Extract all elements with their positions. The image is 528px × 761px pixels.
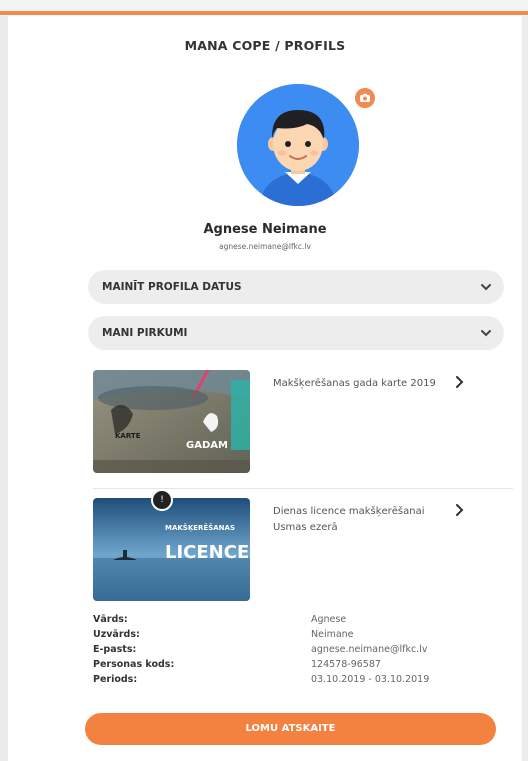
top-accent-bar	[0, 11, 528, 15]
details-table: Vārds: Agnese Uzvārds: Neimane E-pasts: …	[93, 614, 513, 689]
card-image-text: KARTE	[115, 432, 141, 440]
detail-row: Periods: 03.10.2019 - 03.10.2019	[93, 674, 513, 689]
detail-value: Agnese	[311, 614, 347, 625]
catch-report-button[interactable]: LOMU ATSKAITE	[85, 713, 496, 745]
detail-row: E-pasts: agnese.neimane@lfkc.lv	[93, 644, 513, 659]
edit-photo-badge[interactable]	[353, 86, 377, 110]
detail-row: Personas kods: 124578-96587	[93, 659, 513, 674]
purchase-item-day-licence[interactable]: MAKŠĶERĒŠANAS LICENCE Dienas licence mak…	[93, 498, 513, 601]
divider	[93, 488, 513, 489]
detail-value: 03.10.2019 - 03.10.2019	[311, 674, 430, 685]
licence-image-text: LICENCE	[165, 542, 249, 563]
detail-row: Uzvārds: Neimane	[93, 629, 513, 644]
edit-profile-accordion[interactable]: MAINĪT PROFILA DATUS	[88, 270, 504, 304]
chevron-down-icon	[481, 284, 491, 291]
alert-badge: !	[151, 489, 173, 511]
detail-label: Vārds:	[93, 614, 128, 625]
detail-value: agnese.neimane@lfkc.lv	[311, 644, 428, 655]
detail-label: E-pasts:	[93, 644, 137, 655]
detail-value: Neimane	[311, 629, 354, 640]
purchase-title: Dienas licence makšķerēšanai Usmas ezerā	[273, 506, 425, 533]
profile-email: agnese.neimane@lfkc.lv	[219, 242, 311, 251]
avatar[interactable]	[237, 84, 359, 206]
accordion-label: MANI PIRKUMI	[102, 327, 188, 339]
detail-label: Uzvārds:	[93, 629, 140, 640]
card-image-text: GADAM	[186, 440, 228, 451]
boy-avatar-icon	[237, 84, 359, 206]
detail-row: Vārds: Agnese	[93, 614, 513, 629]
chevron-down-icon	[481, 330, 491, 337]
profile-name: Agnese Neimane	[203, 222, 327, 237]
purchase-title: Makšķerēšanas gada karte 2019	[273, 378, 436, 389]
detail-label: Periods:	[93, 674, 138, 685]
camera-icon	[360, 93, 370, 102]
purchase-item-annual-card[interactable]: KARTE GADAM Makšķerēšanas gada karte 201…	[93, 370, 513, 480]
day-licence-image: MAKŠĶERĒŠANAS LICENCE	[93, 498, 250, 601]
chevron-right-icon[interactable]	[453, 374, 467, 390]
detail-label: Personas kods:	[93, 659, 175, 670]
chevron-right-icon[interactable]	[453, 502, 467, 518]
page-title: MANA COPE / PROFILS	[184, 38, 346, 53]
detail-value: 124578-96587	[311, 659, 381, 670]
licence-image-text: MAKŠĶERĒŠANAS	[165, 523, 235, 532]
my-purchases-accordion[interactable]: MANI PIRKUMI	[88, 316, 504, 350]
accordion-label: MAINĪT PROFILA DATUS	[102, 281, 242, 293]
annual-card-image: KARTE GADAM	[93, 370, 250, 473]
profile-card: MANA COPE / PROFILS Agnese Neimane agnes…	[8, 16, 522, 761]
